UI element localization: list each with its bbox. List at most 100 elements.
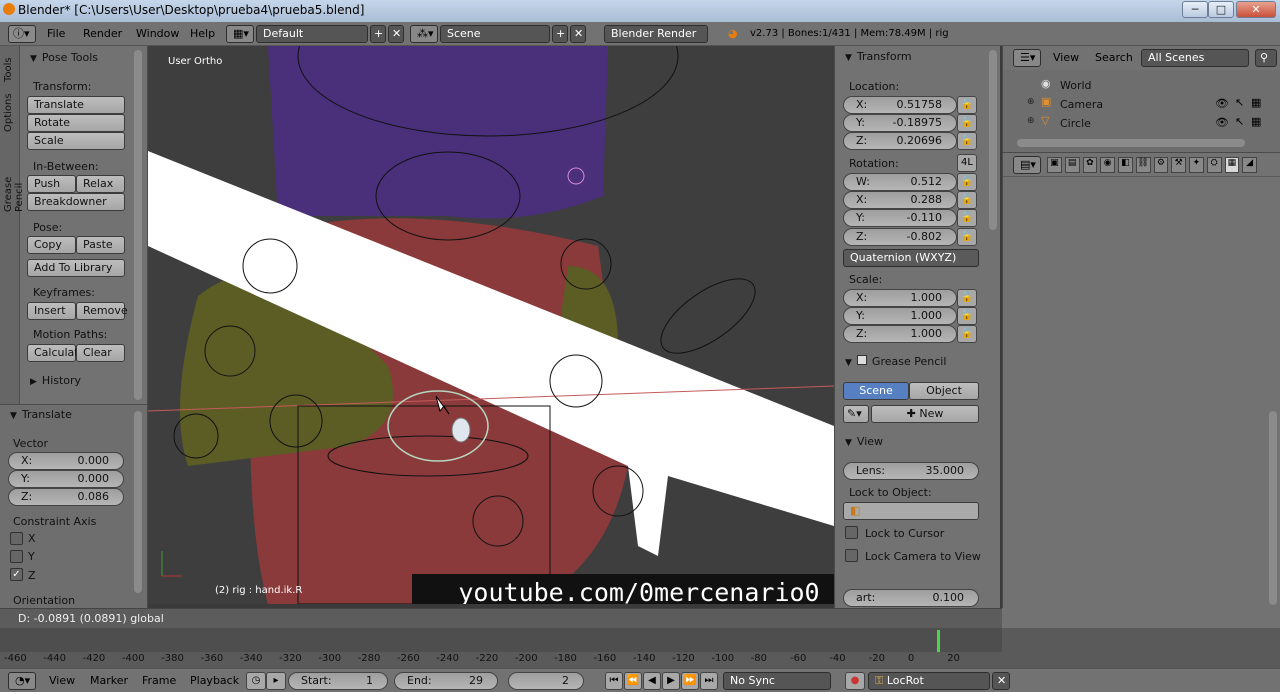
- outliner-item-camera[interactable]: Camera: [1060, 98, 1103, 111]
- constraint-x-checkbox[interactable]: [10, 532, 23, 545]
- object-tab-icon[interactable]: ◧: [1118, 157, 1133, 173]
- outliner-search-icon[interactable]: ⚲: [1255, 49, 1277, 67]
- lock-location-x-icon[interactable]: 🔓: [957, 96, 977, 114]
- timeline-area[interactable]: -460 -440 -420 -400 -380 -360 -340 -320 -300 -280…: [0, 628, 1002, 668]
- outliner-editor-type-icon[interactable]: ☰▾: [1013, 49, 1041, 67]
- timeline-playback-menu[interactable]: Playback: [190, 674, 239, 687]
- transform-panel-header[interactable]: ▼ Transform: [845, 50, 912, 63]
- copy-pose-button[interactable]: Copy: [27, 236, 76, 254]
- prev-keyframe-icon[interactable]: ⏪: [624, 672, 642, 690]
- location-x-field[interactable]: X: 0.51758: [843, 96, 957, 114]
- pose-tools-header[interactable]: ▼ Pose Tools: [30, 51, 98, 64]
- jump-start-icon[interactable]: ⏮: [605, 672, 623, 690]
- remove-keyframe-button[interactable]: Remove: [76, 302, 128, 320]
- push-button[interactable]: Push: [27, 175, 76, 193]
- tab-options[interactable]: Options: [3, 93, 14, 132]
- menu-render[interactable]: Render: [83, 27, 122, 40]
- auto-keying-record-icon[interactable]: ●: [845, 672, 865, 690]
- properties-scrollbar[interactable]: [989, 50, 997, 230]
- calculate-paths-button[interactable]: Calculat: [27, 344, 79, 362]
- play-reverse-icon[interactable]: ◀: [643, 672, 661, 690]
- texture-tab-icon[interactable]: ▦: [1224, 157, 1240, 173]
- rotation-lock-4l-button[interactable]: 4L: [957, 154, 977, 172]
- menu-help[interactable]: Help: [190, 27, 215, 40]
- clear-paths-button[interactable]: Clear: [76, 344, 125, 362]
- play-icon[interactable]: ▶: [662, 672, 680, 690]
- scene-close-icon[interactable]: ✕: [570, 25, 586, 43]
- outliner-item-world[interactable]: World: [1060, 79, 1092, 92]
- data-tab-icon[interactable]: ⚒: [1171, 157, 1186, 173]
- clip-start-field[interactable]: art: 0.100: [843, 589, 979, 607]
- preview-range-clock-icon[interactable]: ◷: [246, 672, 266, 690]
- editor-type-info-icon[interactable]: ⓘ▾: [8, 25, 36, 43]
- paste-pose-button[interactable]: Paste: [76, 236, 125, 254]
- location-z-field[interactable]: Z: 0.20696: [843, 132, 957, 150]
- properties-editor-type-icon[interactable]: ▤▾: [1013, 156, 1041, 174]
- timeline-view-menu[interactable]: View: [49, 674, 75, 687]
- sync-mode-select[interactable]: No Sync: [723, 672, 831, 690]
- expand-camera-icon[interactable]: ⊕: [1027, 97, 1035, 107]
- lock-scale-y-icon[interactable]: 🔓: [957, 307, 977, 325]
- vector-z-field[interactable]: Z: 0.086: [8, 488, 124, 506]
- gp-new-button[interactable]: ✚ New: [871, 405, 979, 423]
- add-to-library-button[interactable]: Add To Library: [27, 259, 125, 277]
- constraints-tab-icon[interactable]: ⛓: [1135, 157, 1151, 173]
- translate-button[interactable]: Translate: [27, 96, 125, 114]
- render-layers-tab-icon[interactable]: ▤: [1064, 157, 1080, 173]
- lock-rotation-z-icon[interactable]: 🔓: [957, 228, 977, 246]
- grease-pencil-header[interactable]: ▼ Grease Pencil: [845, 355, 946, 368]
- circle-render-icon[interactable]: ▦: [1251, 115, 1261, 128]
- outliner-scrollbar[interactable]: [1017, 139, 1245, 147]
- history-header[interactable]: ▶ History: [30, 374, 81, 387]
- current-frame-field[interactable]: 2: [508, 672, 584, 690]
- close-button[interactable]: ✕: [1236, 1, 1276, 18]
- jump-end-icon[interactable]: ⏭: [700, 672, 718, 690]
- camera-visibility-eye-icon[interactable]: 👁: [1215, 97, 1229, 110]
- scale-x-field[interactable]: X: 1.000: [843, 289, 957, 307]
- rotation-mode-select[interactable]: Quaternion (WXYZ): [843, 249, 979, 267]
- scale-z-field[interactable]: Z: 1.000: [843, 325, 957, 343]
- circle-select-arrow-icon[interactable]: ↖: [1235, 115, 1244, 128]
- timeline-frame-menu[interactable]: Frame: [142, 674, 176, 687]
- gp-scene-toggle[interactable]: Scene: [843, 382, 909, 400]
- outliner-display-mode-select[interactable]: All Scenes: [1141, 49, 1249, 67]
- lock-camera-to-view-checkbox[interactable]: [845, 549, 858, 562]
- breakdowner-button[interactable]: Breakdowner: [27, 193, 125, 211]
- menu-window[interactable]: Window: [136, 27, 179, 40]
- circle-visibility-eye-icon[interactable]: 👁: [1215, 116, 1229, 129]
- 3d-viewport[interactable]: User Ortho (2) rig : hand.ik.R youtube.c…: [148, 46, 834, 604]
- scale-y-field[interactable]: Y: 1.000: [843, 307, 957, 325]
- lock-rotation-x-icon[interactable]: 🔓: [957, 191, 977, 209]
- operator-scrollbar[interactable]: [134, 411, 142, 593]
- keying-set-clear-icon[interactable]: ✕: [992, 672, 1010, 690]
- lock-to-cursor-checkbox[interactable]: [845, 526, 858, 539]
- menu-file[interactable]: File: [47, 27, 65, 40]
- gp-object-toggle[interactable]: Object: [909, 382, 979, 400]
- lock-scale-x-icon[interactable]: 🔓: [957, 289, 977, 307]
- tab-grease-pencil[interactable]: Grease Pencil: [3, 177, 25, 212]
- vector-x-field[interactable]: X: 0.000: [8, 452, 124, 470]
- scene-add-icon[interactable]: +: [552, 25, 568, 43]
- view-panel-header[interactable]: ▼ View: [845, 435, 883, 448]
- grease-pencil-enable-checkbox[interactable]: [856, 355, 867, 365]
- vector-y-field[interactable]: Y: 0.000: [8, 470, 124, 488]
- scale-button[interactable]: Scale: [27, 132, 125, 150]
- scene-name-field[interactable]: Scene: [440, 25, 550, 43]
- camera-select-arrow-icon[interactable]: ↖: [1235, 96, 1244, 109]
- timeline-track[interactable]: [0, 628, 1002, 652]
- layout-browse-icon[interactable]: ▦▾: [226, 25, 254, 43]
- lock-frame-range-icon[interactable]: ▸: [266, 672, 286, 690]
- layout-close-icon[interactable]: ✕: [388, 25, 404, 43]
- rotation-z-field[interactable]: Z: -0.802: [843, 228, 957, 246]
- lens-field[interactable]: Lens: 35.000: [843, 462, 979, 480]
- outliner-item-circle[interactable]: Circle: [1060, 117, 1091, 130]
- location-y-field[interactable]: Y: -0.18975: [843, 114, 957, 132]
- expand-circle-icon[interactable]: ⊕: [1027, 116, 1035, 126]
- relax-button[interactable]: Relax: [76, 175, 125, 193]
- gp-datablock-browse-icon[interactable]: ✎▾: [843, 405, 869, 423]
- next-keyframe-icon[interactable]: ⏩: [681, 672, 699, 690]
- properties-editor-scrollbar[interactable]: [1269, 411, 1277, 605]
- minimize-button[interactable]: ─: [1182, 1, 1208, 18]
- insert-keyframe-button[interactable]: Insert: [27, 302, 76, 320]
- render-engine-select[interactable]: Blender Render: [604, 25, 708, 43]
